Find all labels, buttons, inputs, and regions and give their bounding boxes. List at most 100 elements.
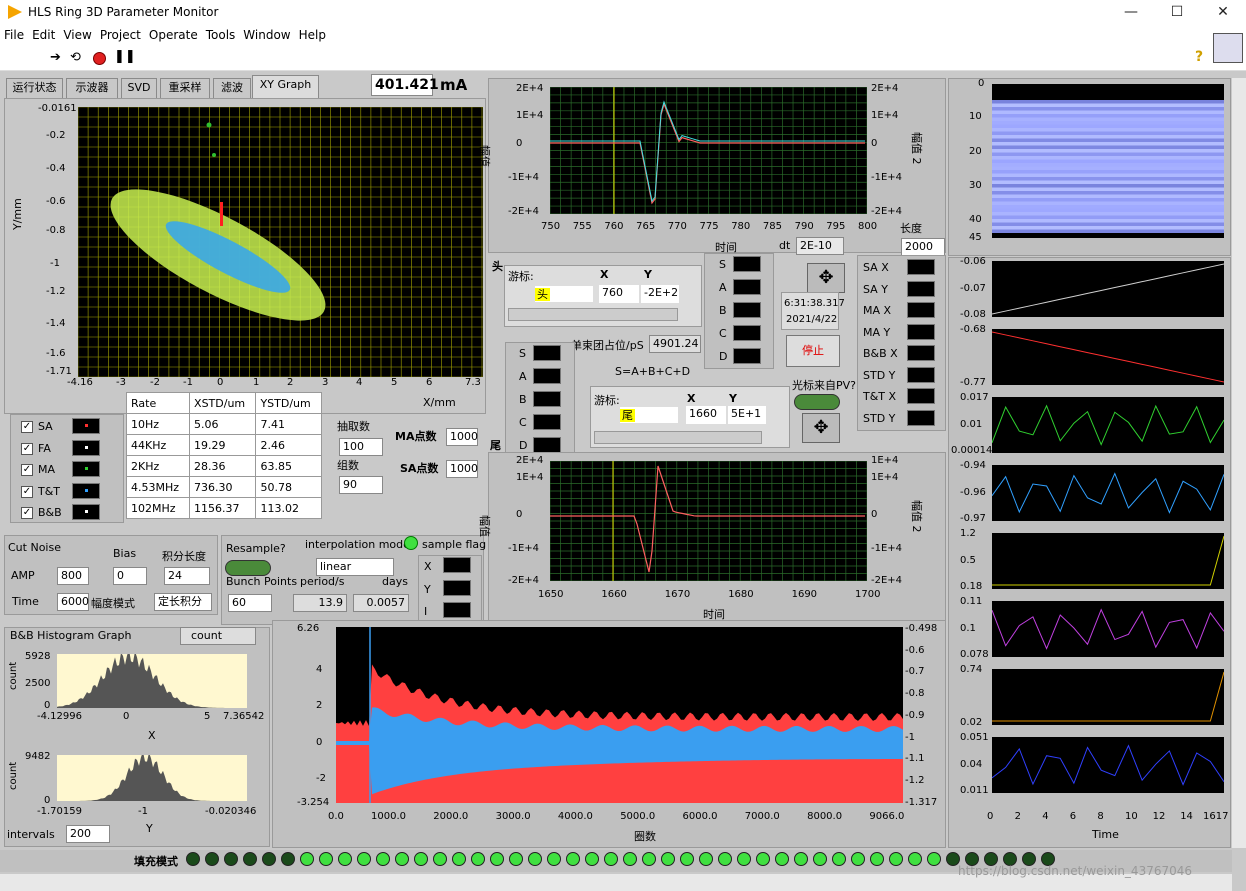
legend-checkbox[interactable]: ✓ [21,485,33,498]
tail-ytick-left: 1E+4 [516,472,544,483]
cursor-style-swatch[interactable] [733,302,761,318]
strip-xtick: 10 [1125,811,1138,822]
strip-legend-swatch[interactable] [907,259,935,275]
sa-points-input[interactable]: 1000 [446,460,478,478]
strip-legend-swatch[interactable] [907,323,935,340]
tab-status[interactable]: 运行状态 [6,78,63,98]
h2-xmax: -0.020346 [205,806,257,817]
tab-svd[interactable]: SVD [121,78,157,98]
abort-icon[interactable] [93,52,106,65]
tail-cursor-y[interactable]: 5E+1 [728,406,766,424]
tail-cursor-x[interactable]: 1660 [686,406,726,424]
cursor-move-1-icon[interactable]: ✥ [807,263,845,293]
turns-xtick: 2000.0 [433,811,469,822]
extract-input[interactable]: 100 [339,438,383,456]
cursor-style-swatch[interactable] [533,345,561,361]
menu-tools[interactable]: Tools [202,25,240,45]
cursor-pv-toggle[interactable] [794,394,840,410]
strip-ymin: 0.078 [960,649,989,660]
run-continuous-icon[interactable]: ⟲ [70,50,81,65]
tail-cursor-name-cell[interactable]: 尾 [620,407,678,423]
amp-input[interactable]: 800 [57,567,89,585]
cursor-style-swatch[interactable] [733,279,761,295]
tab-resample[interactable]: 重采样 [160,78,210,98]
resample-toggle[interactable] [225,560,271,576]
strip-legend-swatch[interactable] [907,280,935,297]
legend-checkbox[interactable]: ✓ [21,421,33,433]
dt-input[interactable]: 2E-10 [796,237,844,255]
legend-checkbox[interactable]: ✓ [21,464,33,476]
vertical-scrollbar[interactable] [1232,78,1246,848]
legend-checkbox[interactable]: ✓ [21,442,33,455]
h2-xmin: -1.70159 [37,806,82,817]
head-cursor-x-header: X [600,268,609,281]
cursor-style-swatch[interactable] [733,348,761,364]
head-cursor-x[interactable]: 760 [599,285,639,303]
bias-input[interactable]: 0 [113,567,147,585]
xy-xlabel: X/mm [423,396,456,409]
pause-icon[interactable]: ❚❚ [114,49,136,64]
strip-legend-swatch[interactable] [907,366,935,383]
integ-input[interactable]: 24 [164,567,210,585]
tail-cursor-scrollbar[interactable] [594,431,762,444]
strip-ymid: -0.96 [960,487,986,498]
length-input[interactable]: 2000 [901,238,945,256]
legend-y-label: Y [424,583,431,596]
cursor-style-swatch[interactable] [733,325,761,341]
cursor-style-swatch[interactable] [533,391,561,407]
menu-view[interactable]: View [59,25,95,45]
menu-edit[interactable]: Edit [28,25,59,45]
menu-window[interactable]: Window [239,25,294,45]
tail-waveform-plot [550,461,867,581]
run-arrow-icon[interactable]: ➔ [50,50,61,65]
head-ytick-right: 1E+4 [871,110,899,121]
head-xtick: 760 [604,221,624,232]
table-cell: 1156.37 [189,497,257,519]
maximize-button[interactable]: ☐ [1154,0,1200,25]
cursor-move-2-icon[interactable]: ✥ [802,413,840,443]
head-ytick-left: 0 [516,138,523,149]
legend-checkbox[interactable]: ✓ [21,507,33,519]
menu-file[interactable]: File [0,25,28,45]
tail-xtick: 1660 [601,589,627,600]
fill-mode-led [604,852,618,866]
head-cursor-scrollbar[interactable] [508,308,678,321]
tab-xy-graph[interactable]: XY Graph [252,75,319,98]
cursor-style-label: D [519,439,528,452]
interp-select[interactable]: linear [316,558,394,576]
help-icon[interactable]: ? [1195,49,1203,65]
bunch-points-input[interactable]: 60 [228,594,272,612]
strip-legend-swatch[interactable] [907,388,935,404]
menu-operate[interactable]: Operate [145,25,202,45]
head-cursor-y[interactable]: -2E+2 [641,285,679,303]
cut-noise-title: Cut Noise [8,541,61,554]
ma-points-input[interactable]: 1000 [446,428,478,446]
cursor-style-swatch[interactable] [533,414,561,430]
head-cursor-name-cell[interactable]: 头 [535,286,593,302]
strip-legend-swatch[interactable] [907,302,935,318]
time-input[interactable]: 6000 [57,593,89,611]
tab-filter[interactable]: 滤波 [213,78,251,98]
strip-chart [992,601,1224,657]
cursor-style-swatch[interactable] [733,256,761,272]
strip-chart [992,669,1224,725]
count-button[interactable]: count [180,627,256,645]
histogram-title: B&B Histogram Graph [10,629,132,642]
minimize-button[interactable]: — [1108,0,1154,25]
bias-label: Bias [113,547,137,560]
group-input[interactable]: 90 [339,476,383,494]
integ-mode-select[interactable]: 定长积分 [154,593,212,611]
strip-legend-swatch[interactable] [907,409,935,426]
menu-project[interactable]: Project [96,25,145,45]
tab-scope[interactable]: 示波器 [66,78,118,98]
fill-mode-led [357,852,371,866]
cursor-style-swatch[interactable] [533,368,561,384]
strip-legend-swatch[interactable] [907,345,935,361]
stop-button[interactable]: 停止 [786,335,840,367]
head-xtick: 755 [572,221,592,232]
intervals-input[interactable]: 200 [66,825,110,843]
menu-help[interactable]: Help [295,25,330,45]
cursor-style-swatch[interactable] [533,437,561,453]
close-button[interactable]: ✕ [1200,0,1246,25]
tail-xtick: 1690 [791,589,818,600]
